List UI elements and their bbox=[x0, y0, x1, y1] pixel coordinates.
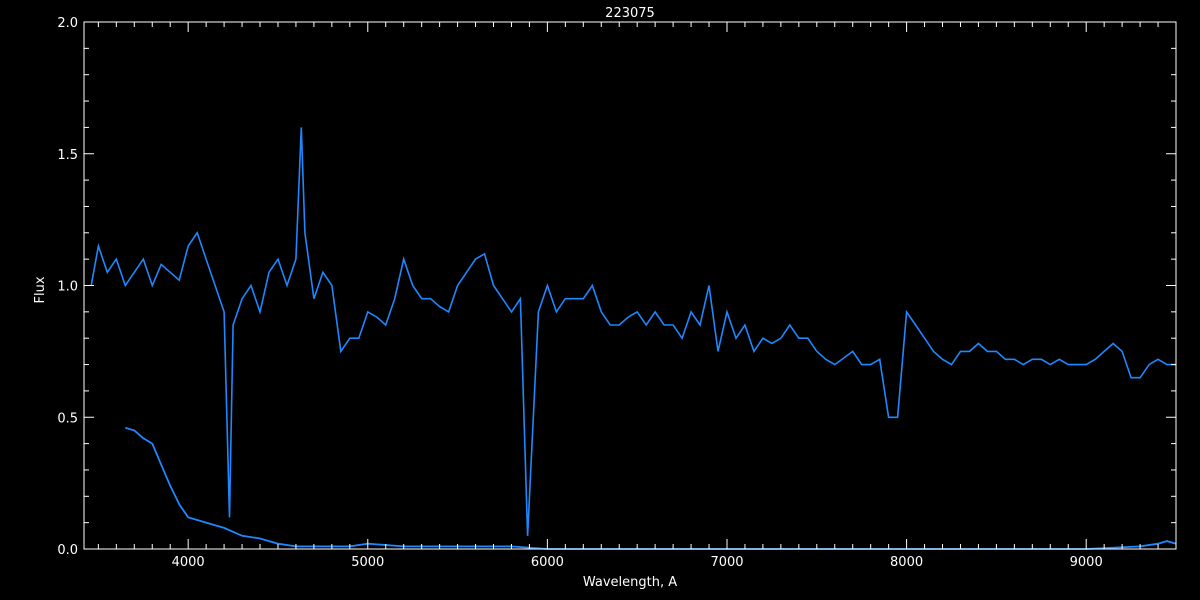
x-tick-label: 8000 bbox=[890, 555, 923, 570]
chart-background bbox=[0, 0, 1200, 600]
x-axis-label: Wavelength, A bbox=[583, 575, 677, 590]
x-tick-label: 9000 bbox=[1070, 555, 1103, 570]
y-tick-label: 1.0 bbox=[57, 280, 78, 295]
y-tick-label: 1.5 bbox=[57, 148, 78, 163]
y-tick-label: 2.0 bbox=[57, 16, 78, 31]
y-tick-label: 0.5 bbox=[57, 411, 78, 426]
spectrum-chart: 4000 5000 6000 7000 8000 90000.00.51.01.52.0 … bbox=[0, 0, 1200, 600]
x-tick-label: 5000 bbox=[351, 555, 384, 570]
chart-container: 4000 5000 6000 7000 8000 9000 0.0 0.5 1.0 1.5 2.0 … bbox=[0, 0, 1200, 600]
x-tick-label: 7000 bbox=[710, 555, 743, 570]
y-axis-label: Flux bbox=[33, 276, 48, 303]
x-tick-label: 6000 bbox=[531, 555, 564, 570]
chart-title: 223075 bbox=[605, 6, 655, 21]
x-tick-label: 4000 bbox=[172, 555, 205, 570]
y-tick-label: 0.0 bbox=[57, 543, 78, 558]
